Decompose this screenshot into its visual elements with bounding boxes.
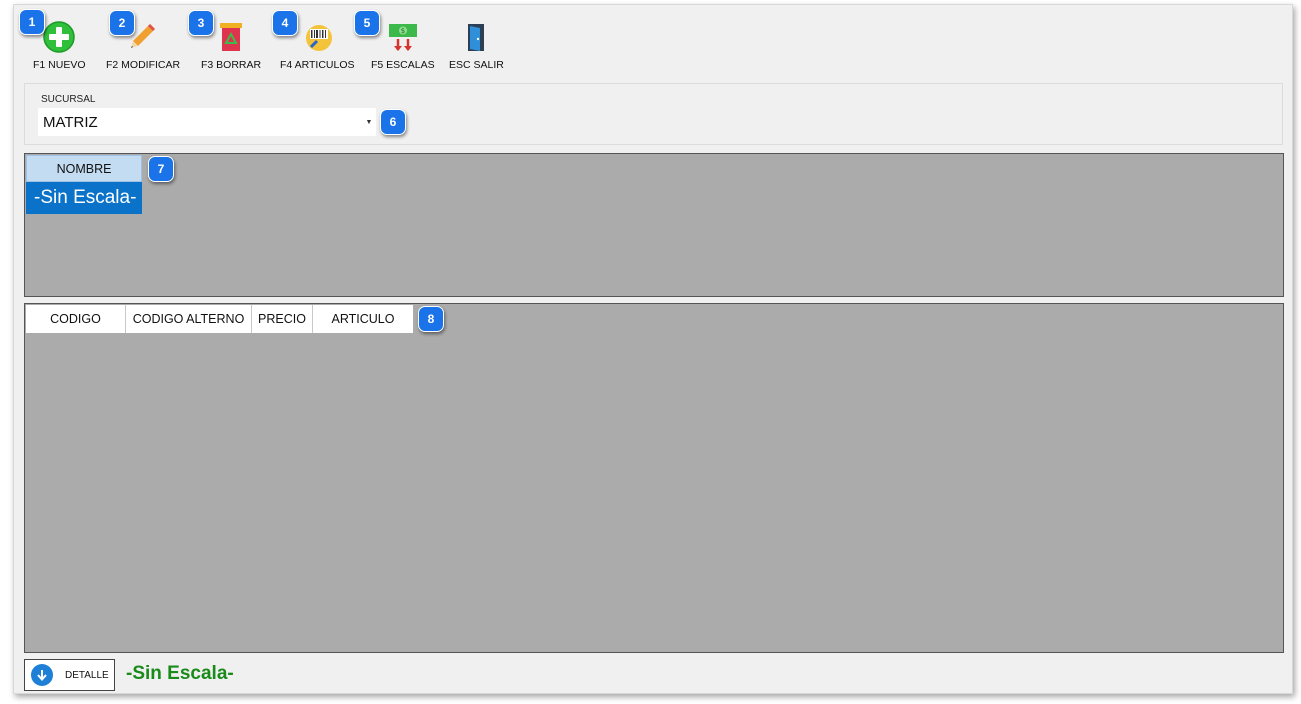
trash-icon <box>214 19 248 55</box>
column-header-nombre[interactable]: NOMBRE <box>26 155 142 182</box>
exit-door-icon <box>459 19 493 55</box>
articulos-grid[interactable]: CODIGO CODIGO ALTERNO PRECIO ARTICULO 8 <box>24 303 1284 653</box>
sucursal-dropdown[interactable]: MATRIZ ▼ <box>38 108 376 136</box>
toolbar: F1 NUEVO F2 MODIFICAR F3 BORRAR F4 ARTIC… <box>14 5 1292 75</box>
detail-button[interactable]: DETALLE <box>24 659 115 691</box>
column-header-codigo-alterno[interactable]: CODIGO ALTERNO <box>126 305 252 333</box>
modify-label: F2 MODIFICAR <box>106 59 181 71</box>
detail-label: DETALLE <box>65 669 109 681</box>
new-label: F1 NUEVO <box>33 59 86 71</box>
callout-badge: 6 <box>380 109 406 135</box>
exit-button[interactable]: ESC SALIR <box>449 19 504 71</box>
svg-text:$: $ <box>401 27 405 35</box>
column-header-row: CODIGO CODIGO ALTERNO PRECIO ARTICULO <box>26 305 413 333</box>
money-scale-icon: $ <box>386 19 420 55</box>
callout-badge: 2 <box>109 10 135 36</box>
arrow-down-icon <box>31 664 53 686</box>
callout-badge: 8 <box>418 306 444 332</box>
delete-label: F3 BORRAR <box>201 59 262 71</box>
callout-badge: 3 <box>188 10 214 36</box>
status-text: -Sin Escala- <box>126 663 234 684</box>
articles-label: F4 ARTICULOS <box>280 59 355 71</box>
sucursal-label: SUCURSAL <box>41 94 96 105</box>
callout-badge: 5 <box>354 10 380 36</box>
sucursal-panel: SUCURSAL MATRIZ ▼ 6 <box>24 83 1283 145</box>
escalas-grid[interactable]: NOMBRE -Sin Escala- 7 <box>24 153 1284 297</box>
scales-label: F5 ESCALAS <box>371 59 435 71</box>
column-header-codigo[interactable]: CODIGO <box>26 305 126 333</box>
callout-badge: 1 <box>19 9 45 35</box>
column-header-articulo[interactable]: ARTICULO <box>313 305 413 333</box>
barcode-search-icon <box>300 19 334 55</box>
app-window: F1 NUEVO F2 MODIFICAR F3 BORRAR F4 ARTIC… <box>13 4 1293 694</box>
table-row-selected[interactable]: -Sin Escala- <box>26 182 142 214</box>
sucursal-value: MATRIZ <box>43 113 98 131</box>
exit-label: ESC SALIR <box>449 59 504 71</box>
chevron-down-icon[interactable]: ▼ <box>362 108 376 136</box>
callout-badge: 4 <box>272 10 298 36</box>
add-icon <box>42 19 76 55</box>
scales-button[interactable]: $ F5 ESCALAS <box>371 19 435 71</box>
column-header-precio[interactable]: PRECIO <box>252 305 313 333</box>
callout-badge: 7 <box>148 156 174 182</box>
